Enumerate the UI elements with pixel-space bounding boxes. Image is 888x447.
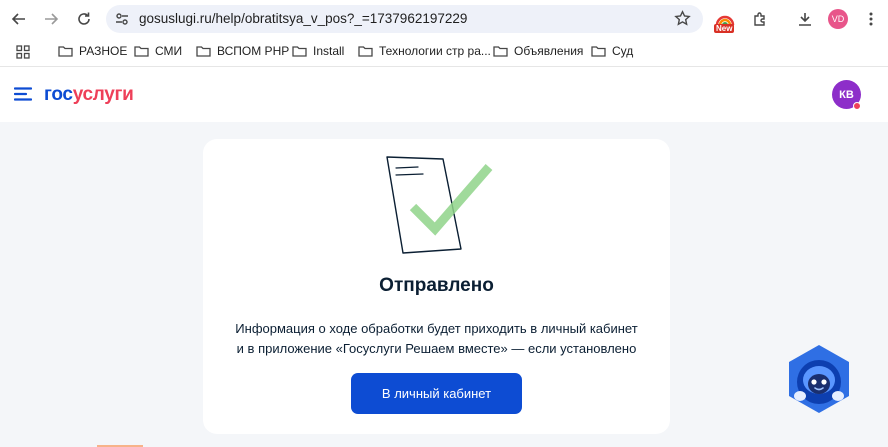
url-text[interactable]: gosuslugi.ru/help/obratitsya_v_pos?_=173…	[139, 11, 467, 26]
profile-avatar[interactable]: VD	[828, 9, 848, 29]
arrow-right-icon	[45, 13, 59, 25]
bookmark-label[interactable]: РАЗНОЕ	[79, 44, 127, 58]
folder-icon	[292, 46, 307, 57]
extensions-button[interactable]	[747, 6, 773, 32]
apps-grid-icon[interactable]	[16, 45, 30, 59]
folder-icon	[493, 46, 508, 57]
download-icon	[799, 13, 811, 26]
new-badge: New	[714, 24, 735, 33]
folder-icon	[358, 46, 373, 57]
bookmark-star-icon[interactable]	[674, 10, 691, 27]
notification-dot	[853, 102, 861, 110]
bookmark-label[interactable]: Технологии стр ра...	[379, 44, 491, 58]
info-text-line: Информация о ходе обработки будет приход…	[235, 321, 638, 336]
gosuslugi-logo[interactable]: госуслуги	[44, 84, 134, 106]
bookmark-label[interactable]: СМИ	[155, 44, 182, 58]
bookmark-label[interactable]: Суд	[612, 44, 633, 58]
logo-part-uslugi: услуги	[72, 84, 134, 105]
downloads-button[interactable]	[792, 6, 818, 32]
bookmark-folder[interactable]: Суд	[591, 44, 633, 58]
folder-icon	[58, 46, 73, 57]
success-card: Отправлено Информация о ходе обработки б…	[203, 139, 670, 434]
bookmark-folder[interactable]: ВСПОМ PHP	[196, 44, 289, 58]
robot-assistant-icon[interactable]	[786, 344, 852, 414]
back-button[interactable]	[6, 6, 32, 32]
reload-icon	[78, 12, 90, 25]
folder-icon	[134, 46, 149, 57]
info-text: Информация о ходе обработки будет приход…	[203, 319, 670, 358]
bookmark-folder[interactable]: Объявления	[493, 44, 583, 58]
site-header: госуслуги КВ	[0, 68, 888, 122]
folder-icon	[196, 46, 211, 57]
bookmark-folder[interactable]: Install	[292, 44, 344, 58]
page-title: Отправлено	[379, 275, 494, 296]
personal-account-button[interactable]: В личный кабинет	[351, 373, 522, 414]
kebab-menu-icon	[869, 12, 873, 26]
logo-part-gos: гос	[44, 84, 73, 105]
reload-button[interactable]	[71, 6, 97, 32]
page-content: госуслуги КВ Отправлено Информация о ход…	[0, 68, 888, 447]
bookmarks-bar: РАЗНОЕ СМИ ВСПОМ PHP Install Технологии …	[0, 37, 888, 67]
bookmark-folder[interactable]: Технологии стр ра...	[358, 44, 491, 58]
address-bar[interactable]: gosuslugi.ru/help/obratitsya_v_pos?_=173…	[106, 5, 703, 33]
info-text-line: и в приложение «Госуслуги Решаем вместе»…	[236, 340, 637, 356]
folder-icon	[591, 46, 606, 57]
bookmark-folder[interactable]: СМИ	[134, 44, 182, 58]
forward-button[interactable]	[38, 6, 64, 32]
bookmark-label[interactable]: Install	[313, 44, 344, 58]
arrow-left-icon	[11, 13, 25, 25]
site-settings-icon[interactable]	[114, 11, 130, 27]
bookmark-folder[interactable]: РАЗНОЕ	[58, 44, 127, 58]
puzzle-icon	[754, 12, 765, 26]
hamburger-menu-icon[interactable]	[14, 87, 32, 101]
browser-toolbar: gosuslugi.ru/help/obratitsya_v_pos?_=173…	[0, 0, 888, 37]
bookmark-label[interactable]: ВСПОМ PHP	[217, 44, 289, 58]
bookmark-label[interactable]: Объявления	[514, 44, 583, 58]
document-check-icon	[386, 156, 493, 254]
menu-button[interactable]	[858, 6, 884, 32]
